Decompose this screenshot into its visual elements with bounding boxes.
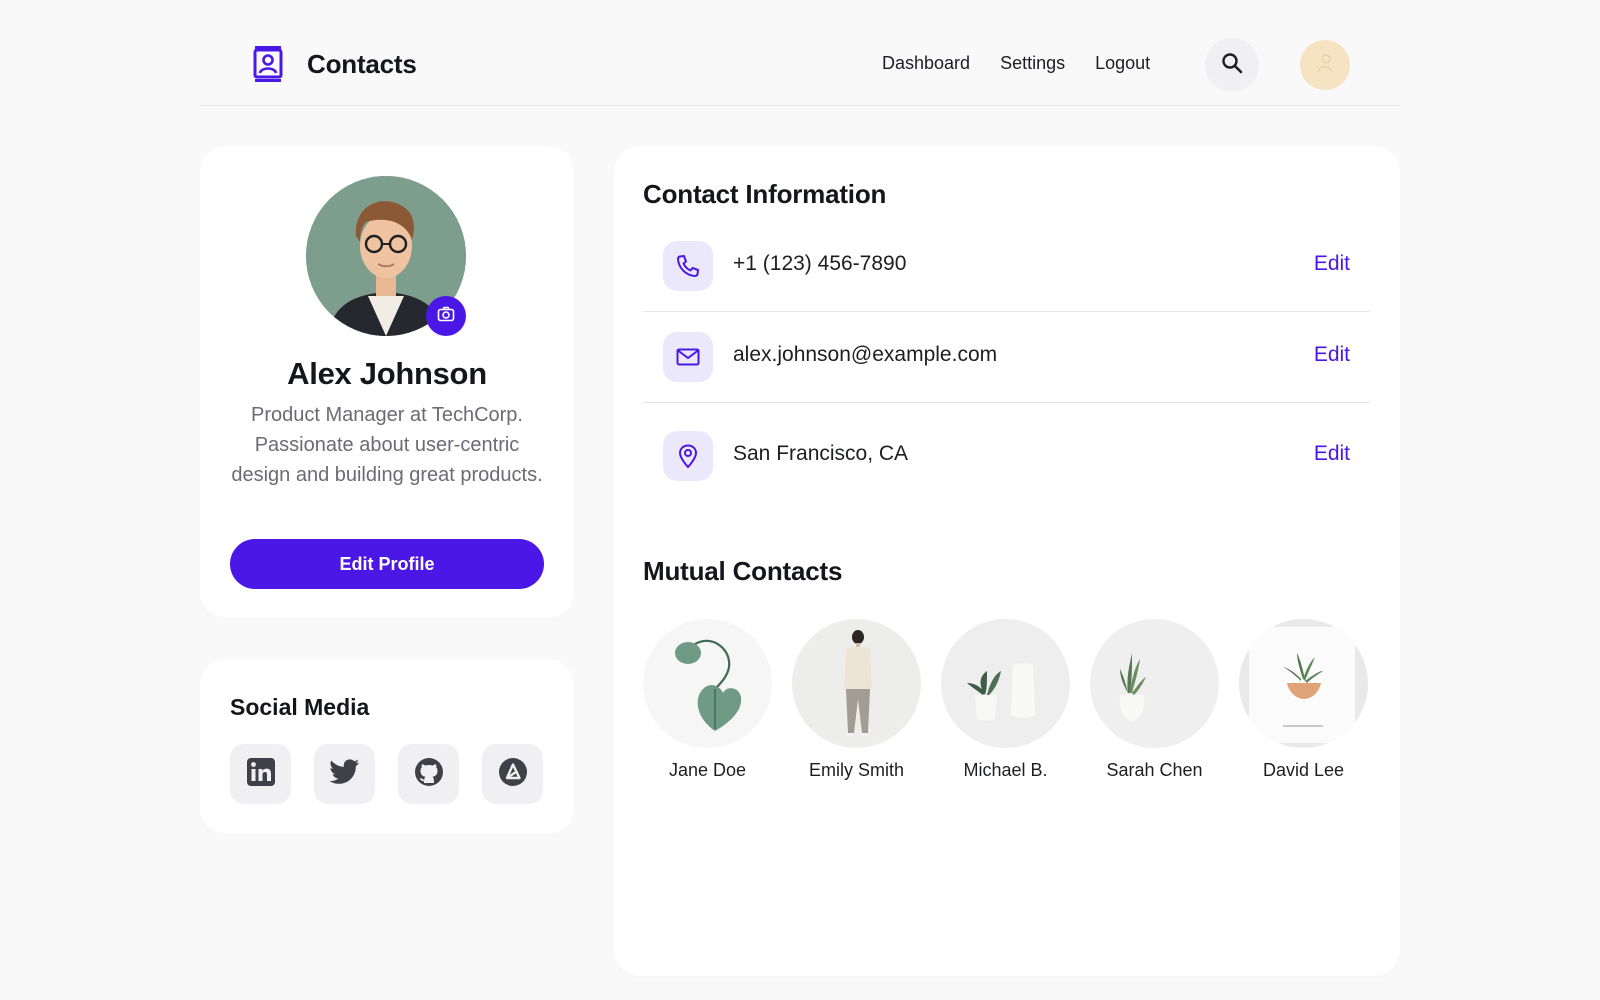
phone-icon [663, 241, 713, 291]
social-media-title: Social Media [230, 694, 370, 720]
camera-icon [437, 305, 455, 328]
profile-bio: Product Manager at TechCorp. Passionate … [231, 404, 543, 486]
edit-profile-button[interactable]: Edit Profile [230, 539, 544, 589]
website-button[interactable] [482, 744, 543, 804]
mutual-contact-jane[interactable]: Jane Doe [643, 619, 772, 781]
linkedin-button[interactable] [230, 744, 291, 804]
top-bar: Contacts Dashboard Settings Logout [200, 0, 1400, 106]
nav-settings[interactable]: Settings [1000, 53, 1065, 74]
mutual-contact-emily[interactable]: Emily Smith [792, 619, 921, 781]
contact-information-title: Contact Information [643, 179, 887, 209]
contact-book-icon [252, 46, 284, 82]
location-icon [663, 431, 713, 481]
edit-email-link[interactable]: Edit [1314, 343, 1350, 367]
social-links [230, 744, 543, 804]
mutual-contact-name: Jane Doe [668, 760, 747, 780]
nav-dashboard[interactable]: Dashboard [882, 53, 970, 74]
user-avatar[interactable] [1300, 40, 1350, 90]
mutual-contact-photo [941, 619, 1070, 748]
mutual-contact-name: Michael B. [963, 760, 1048, 780]
main-nav: Dashboard Settings Logout [882, 53, 1150, 74]
github-button[interactable] [398, 744, 459, 804]
twitter-button[interactable] [314, 744, 375, 804]
twitter-icon [329, 758, 360, 790]
mutual-contact-name: David Lee [1262, 760, 1345, 780]
link-icon [498, 757, 528, 792]
profile-name: Alex Johnson [287, 356, 487, 391]
edit-location-link[interactable]: Edit [1314, 442, 1350, 466]
github-icon [414, 757, 444, 792]
email-value: alex.johnson@example.com [733, 343, 998, 366]
profile-card: Alex Johnson Product Manager at TechCorp… [200, 146, 574, 618]
mutual-contact-michael[interactable]: Michael B. [941, 619, 1070, 781]
contact-row-email: alex.johnson@example.com Edit [643, 312, 1370, 403]
mutual-contact-photo [1239, 619, 1368, 748]
brand: Contacts [252, 46, 417, 82]
mail-icon [663, 332, 713, 382]
social-media-card: Social Media [200, 659, 574, 834]
mutual-contact-david[interactable]: David Lee [1239, 619, 1368, 781]
mutual-contact-photo [643, 619, 772, 748]
mutual-contact-photo [1090, 619, 1219, 748]
edit-phone-link[interactable]: Edit [1314, 252, 1350, 276]
user-avatar-icon [1314, 52, 1336, 79]
mutual-contact-name: Sarah Chen [1106, 760, 1203, 780]
search-icon [1220, 51, 1244, 80]
mutual-contact-name: Emily Smith [808, 760, 904, 780]
mutual-contacts-title: Mutual Contacts [643, 556, 843, 586]
contact-information-card: Contact Information +1 (123) 456-7890 Ed… [614, 146, 1400, 976]
contact-row-location: San Francisco, CA Edit [643, 403, 1370, 494]
mutual-contact-sarah[interactable]: Sarah Chen [1090, 619, 1219, 781]
phone-value: +1 (123) 456-7890 [733, 252, 907, 275]
app-title: Contacts [307, 48, 417, 79]
contact-row-phone: +1 (123) 456-7890 Edit [643, 221, 1370, 312]
location-value: San Francisco, CA [733, 442, 909, 465]
linkedin-icon [246, 757, 276, 792]
change-photo-button[interactable] [426, 296, 466, 336]
search-button[interactable] [1205, 38, 1259, 92]
mutual-contacts-list: Jane Doe Emily Smith Michael B. Sarah Ch… [643, 619, 1368, 781]
mutual-contact-photo [792, 619, 921, 748]
nav-logout[interactable]: Logout [1095, 53, 1150, 74]
